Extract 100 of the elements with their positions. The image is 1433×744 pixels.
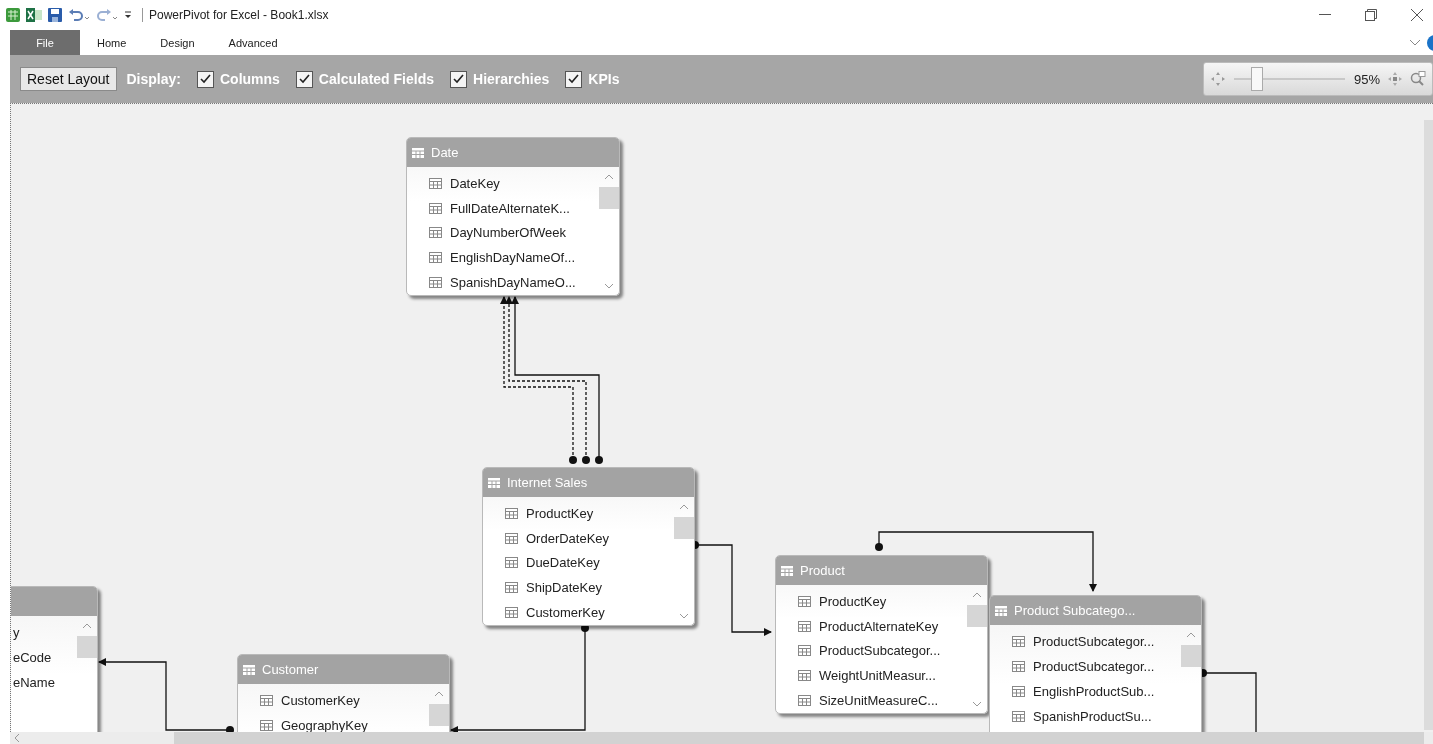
table-title: Internet Sales — [507, 475, 588, 490]
checkbox[interactable] — [565, 70, 583, 88]
close-icon[interactable] — [1411, 9, 1423, 21]
display-label: Display: — [126, 71, 181, 87]
column-name[interactable]: eCode — [13, 650, 52, 665]
table-icon — [781, 565, 793, 576]
table-card[interactable]: y eCode eName — [11, 586, 98, 732]
reset-layout-button[interactable]: Reset Layout — [20, 67, 117, 91]
column-icon — [1012, 636, 1025, 647]
column-name[interactable]: ShipDateKey — [526, 580, 602, 596]
column-name[interactable]: ProductSubcategor... — [1033, 634, 1155, 649]
relationship-line[interactable] — [1199, 669, 1257, 732]
column-name[interactable]: EnglishDayNameOf... — [450, 250, 575, 266]
pan-icon[interactable] — [1210, 71, 1226, 87]
scroll-down-icon[interactable] — [604, 283, 614, 289]
column-name[interactable]: CustomerKey — [281, 693, 360, 708]
spreadsheet-icon[interactable] — [26, 8, 42, 22]
column-name[interactable]: CustomerKey — [526, 605, 605, 621]
relationship-line[interactable] — [511, 296, 603, 464]
column-name[interactable]: ProductKey — [819, 593, 887, 609]
restore-icon[interactable] — [1365, 9, 1377, 21]
table-icon — [995, 605, 1007, 616]
scroll-thumb[interactable] — [967, 605, 987, 627]
app-icon — [6, 8, 20, 22]
column-name[interactable]: SizeUnitMeasureC... — [819, 693, 939, 709]
checkbox[interactable] — [450, 70, 467, 88]
table-title: Date — [431, 145, 459, 160]
table-card[interactable]: Product ProductKey ProductAlternateKey ProductSubcategor... WeightUnitMeasur... SizeUnitMeasureC... — [775, 555, 988, 714]
scroll-thumb[interactable] — [1181, 645, 1201, 667]
zoom-icon[interactable] — [1410, 71, 1426, 87]
table-card[interactable]: Date DateKey FullDateAlternateK... DayNumberOfWeek EnglishDayNameOf... SpanishDayNameO... — [406, 137, 620, 296]
column-name[interactable]: ProductSubcategor... — [819, 643, 941, 659]
checkbox[interactable] — [295, 70, 313, 88]
column-name[interactable]: DayNumberOfWeek — [450, 225, 567, 241]
relationship-line[interactable] — [98, 658, 234, 732]
scroll-left-icon[interactable] — [14, 733, 20, 743]
column-name[interactable]: OrderDateKey — [526, 530, 610, 546]
table-icon — [488, 477, 500, 488]
column-icon — [798, 595, 811, 607]
ribbon-tab[interactable]: Design — [143, 30, 212, 55]
table-title: Product — [800, 563, 845, 578]
scroll-down-icon[interactable] — [972, 701, 982, 707]
ribbon-tab[interactable]: Advanced — [211, 30, 295, 55]
customize-icon[interactable] — [124, 10, 132, 20]
column-name[interactable]: ProductKey — [526, 505, 594, 521]
column-icon — [429, 202, 442, 214]
relationship-line[interactable] — [875, 531, 1097, 592]
save-icon[interactable] — [48, 8, 62, 22]
redo-icon[interactable] — [96, 8, 118, 22]
column-icon — [505, 507, 518, 519]
column-name[interactable]: SpanishDayNameO... — [450, 275, 576, 291]
column-icon — [798, 620, 811, 632]
scroll-thumb[interactable] — [599, 187, 619, 209]
slider-thumb[interactable] — [1250, 67, 1263, 91]
column-name[interactable]: ProductSubcategor... — [1033, 659, 1155, 674]
column-name[interactable]: FullDateAlternateK... — [450, 200, 570, 216]
column-icon — [505, 607, 518, 619]
checkbox[interactable] — [196, 70, 214, 88]
relationship-line[interactable] — [450, 624, 589, 732]
column-name[interactable]: ProductAlternateKey — [819, 618, 939, 634]
column-name[interactable]: eName — [13, 675, 55, 690]
fit-icon[interactable] — [1388, 72, 1402, 86]
scroll-thumb[interactable] — [674, 517, 694, 539]
column-icon — [1012, 686, 1025, 697]
column-icon — [429, 252, 442, 264]
ribbon-tab[interactable]: Home — [80, 30, 144, 55]
table-card[interactable]: Customer CustomerKey GeographyKey — [237, 654, 450, 732]
column-icon — [505, 557, 518, 569]
column-icon — [505, 532, 518, 544]
table-icon — [412, 147, 424, 158]
column-name[interactable]: DueDateKey — [526, 555, 600, 571]
relationship-line[interactable] — [505, 296, 590, 464]
column-icon — [429, 177, 442, 189]
column-icon — [505, 582, 518, 594]
scroll-thumb[interactable] — [429, 704, 449, 726]
table-card[interactable]: Internet Sales ProductKey OrderDateKey DueDateKey ShipDateKey CustomerKey — [482, 467, 695, 626]
horizontal-scrollbar[interactable] — [10, 732, 1433, 744]
column-icon — [1012, 711, 1025, 722]
column-name[interactable]: EnglishProductSub... — [1033, 684, 1155, 699]
column-name[interactable]: SpanishProductSu... — [1033, 709, 1152, 724]
minimize-icon[interactable] — [1319, 14, 1331, 16]
column-icon — [260, 695, 273, 706]
column-icon — [429, 227, 442, 239]
undo-icon[interactable] — [68, 8, 90, 22]
column-name[interactable]: WeightUnitMeasur... — [819, 668, 936, 684]
column-icon — [1012, 661, 1025, 672]
column-icon — [260, 720, 273, 731]
table-title: Product Subcatego... — [1014, 603, 1136, 618]
scroll-down-icon[interactable] — [679, 613, 689, 619]
table-title: Customer — [262, 662, 319, 677]
scroll-thumb[interactable] — [77, 636, 97, 658]
table-card[interactable]: Product Subcatego... ProductSubcategor... ProductSubcategor... EnglishProductSub... SpanishProductSu... — [989, 595, 1202, 732]
ribbon-tab[interactable]: File — [10, 30, 80, 55]
column-name[interactable]: GeographyKey — [281, 718, 368, 732]
collapse-icon[interactable] — [1409, 38, 1421, 47]
column-name[interactable]: DateKey — [450, 175, 500, 191]
relationship-line[interactable] — [500, 296, 577, 464]
column-icon — [798, 695, 811, 707]
column-name[interactable]: y — [13, 625, 20, 640]
window-title: PowerPivot for Excel - Book1.xlsx — [142, 8, 329, 22]
